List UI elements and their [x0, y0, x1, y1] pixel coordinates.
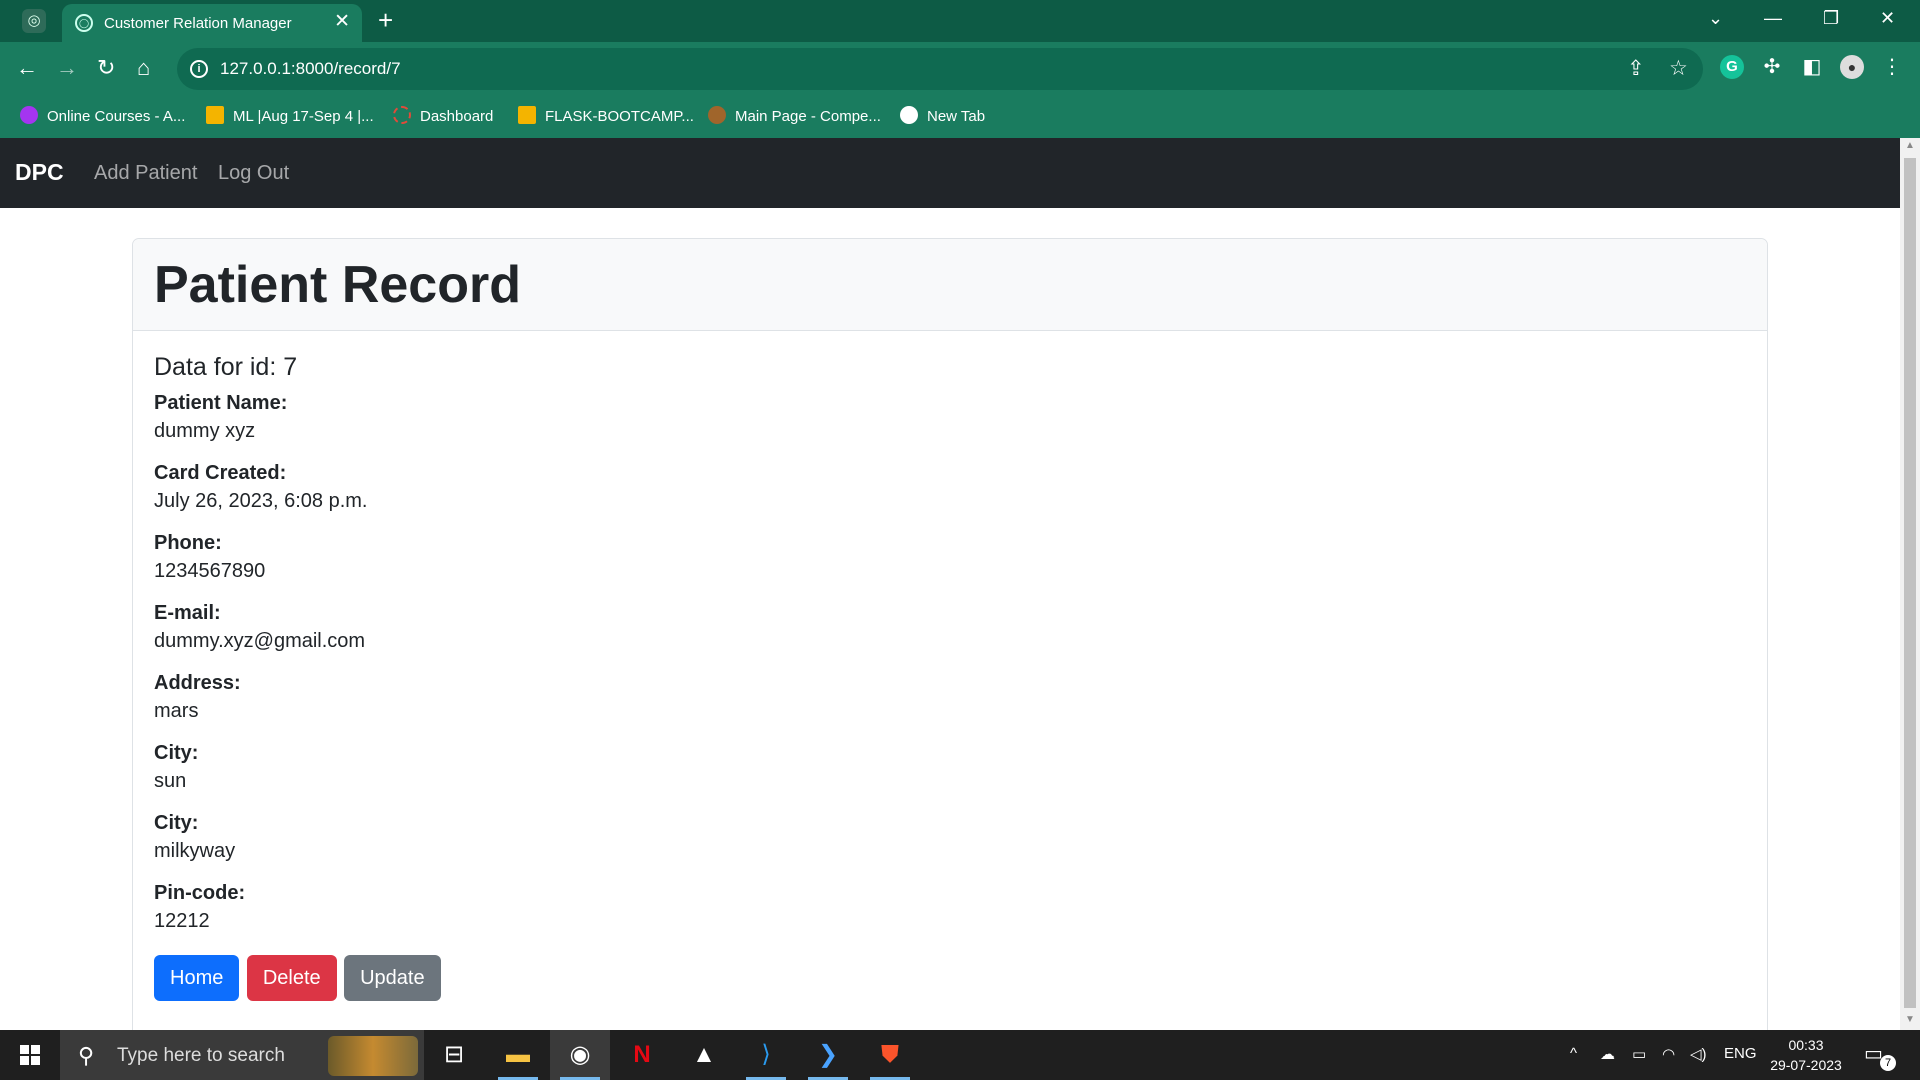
chrome-taskbar-icon[interactable]: ◉ — [550, 1030, 610, 1080]
city-value: sun — [154, 770, 187, 792]
patient-name-value: dummy xyz — [154, 420, 256, 442]
nav-add-patient-link[interactable]: Add Patient — [94, 162, 197, 185]
powershell-icon[interactable]: ❯ — [798, 1030, 858, 1080]
new-tab-button[interactable]: + — [378, 5, 393, 36]
search-highlight-image — [328, 1036, 418, 1076]
site-info-icon[interactable]: i — [190, 60, 208, 78]
netflix-icon[interactable]: N — [612, 1030, 672, 1080]
address-value: mars — [154, 700, 199, 722]
scroll-down-icon[interactable]: ▼ — [1905, 1014, 1915, 1025]
email-label: E-mail: — [154, 602, 221, 624]
bookmark-star-icon[interactable]: ☆ — [1669, 56, 1688, 81]
onedrive-icon[interactable]: ☁ — [1600, 1045, 1615, 1063]
pincode-label: Pin-code: — [154, 882, 246, 904]
url-text[interactable]: 127.0.0.1:8000/record/7 — [220, 59, 401, 79]
delete-button[interactable]: Delete — [246, 955, 337, 1001]
mascot-icon — [708, 106, 726, 124]
bookmark-item[interactable]: Main Page - Compe... — [708, 105, 881, 129]
address-bar[interactable]: i 127.0.0.1:8000/record/7 ⇪ ☆ — [177, 48, 1703, 90]
bookmark-item[interactable]: ML |Aug 17-Sep 4 |... — [206, 105, 374, 129]
pincode-value: 12212 — [154, 910, 210, 932]
card-body: Data for id: 7 Patient Name: dummy xyz C… — [133, 331, 1767, 1021]
close-tab-icon[interactable]: ✕ — [334, 10, 350, 33]
back-button[interactable]: ← — [16, 54, 38, 82]
card-header: Patient Record — [133, 239, 1767, 331]
extensions-puzzle-icon[interactable]: ✣ — [1760, 55, 1784, 79]
scrollbar-thumb[interactable] — [1904, 158, 1916, 1008]
city-label-2: City: — [154, 812, 199, 834]
close-window-button[interactable]: ✕ — [1880, 8, 1895, 29]
browser-tab-active[interactable]: ◯ Customer Relation Manager ✕ — [62, 4, 362, 42]
bookmark-item[interactable]: New Tab — [900, 105, 985, 129]
browser-toolbar: ← → ↻ ⌂ i 127.0.0.1:8000/record/7 ⇪ ☆ G … — [0, 42, 1920, 96]
app-logo-icon[interactable]: ◎ — [22, 9, 46, 33]
share-icon[interactable]: ⇪ — [1627, 56, 1645, 81]
notification-count: 7 — [1880, 1055, 1896, 1071]
patient-name-label: Patient Name: — [154, 392, 288, 414]
phone-value: 1234567890 — [154, 560, 266, 582]
browser-tab-strip: ◎ ◯ Customer Relation Manager ✕ + ⌄ — ❐ … — [0, 0, 1920, 42]
clock[interactable]: 00:33 29-07-2023 — [1764, 1035, 1848, 1075]
home-button[interactable]: Home — [154, 955, 240, 1001]
language-indicator[interactable]: ENG — [1724, 1045, 1757, 1062]
card-created-value: July 26, 2023, 6:08 p.m. — [154, 490, 368, 512]
forward-button[interactable]: → — [56, 54, 78, 82]
brave-icon[interactable]: ⛊ — [860, 1030, 920, 1080]
linux-icon[interactable]: ▲ — [674, 1030, 734, 1080]
home-icon[interactable]: ⌂ — [137, 54, 150, 82]
taskbar-search[interactable]: ⚲ Type here to search — [60, 1030, 424, 1080]
tab-search-chevron-icon[interactable]: ⌄ — [1708, 8, 1723, 29]
record-id-heading: Data for id: 7 — [154, 353, 298, 381]
bookmark-item[interactable]: Dashboard — [393, 105, 493, 129]
browser-menu-icon[interactable]: ⋮ — [1880, 55, 1904, 79]
vscode-icon[interactable]: ⟩ — [736, 1030, 796, 1080]
search-icon: ⚲ — [78, 1043, 95, 1068]
drive-icon — [518, 106, 536, 124]
profile-avatar[interactable]: ● — [1840, 55, 1864, 79]
scroll-up-icon[interactable]: ▲ — [1905, 140, 1915, 151]
bookmarks-bar: Online Courses - A... ML |Aug 17-Sep 4 |… — [0, 96, 1920, 138]
search-placeholder: Type here to search — [117, 1045, 285, 1066]
page-title: Patient Record — [154, 256, 521, 314]
nav-logout-link[interactable]: Log Out — [218, 162, 289, 185]
page-scrollbar[interactable]: ▲ ▼ — [1900, 138, 1920, 1030]
file-explorer-icon[interactable]: ▬ — [488, 1030, 548, 1080]
dashboard-icon — [393, 106, 411, 124]
windows-start-icon[interactable] — [20, 1045, 40, 1065]
battery-icon[interactable]: ▭ — [1632, 1045, 1646, 1063]
restore-button[interactable]: ❐ — [1823, 8, 1839, 29]
reload-button[interactable]: ↻ — [97, 54, 115, 82]
action-buttons: Home Delete Update — [154, 955, 1746, 1001]
minimize-button[interactable]: — — [1764, 8, 1782, 29]
bookmark-item[interactable]: Online Courses - A... — [20, 105, 185, 129]
volume-icon[interactable]: ◁) — [1690, 1045, 1707, 1063]
bookmark-item[interactable]: FLASK-BOOTCAMP... — [518, 105, 694, 129]
drive-icon — [206, 106, 224, 124]
tray-chevron-icon[interactable]: ^ — [1570, 1045, 1577, 1062]
windows-taskbar: ⚲ Type here to search ⊟ ▬ ◉ N ▲ ⟩ ❯ ⛊ ^ … — [0, 1030, 1920, 1080]
grammarly-extension-icon[interactable]: G — [1720, 55, 1744, 79]
clock-time: 00:33 — [1788, 1037, 1824, 1053]
page-viewport: DPC Add Patient Log Out Patient Record D… — [0, 138, 1900, 1030]
globe-icon: ◯ — [75, 14, 93, 32]
site-navbar: DPC Add Patient Log Out — [0, 138, 1900, 208]
task-view-icon[interactable]: ⊟ — [424, 1030, 484, 1080]
globe-icon — [900, 106, 918, 124]
notification-center-icon[interactable]: ▭ 7 — [1864, 1041, 1896, 1071]
wifi-icon[interactable]: ◠ — [1662, 1045, 1675, 1063]
card-created-label: Card Created: — [154, 462, 287, 484]
patient-record-card: Patient Record Data for id: 7 Patient Na… — [132, 238, 1768, 1030]
email-value: dummy.xyz@gmail.com — [154, 630, 366, 652]
brand-link[interactable]: DPC — [15, 159, 64, 186]
city-value-2: milkyway — [154, 840, 236, 862]
clock-date: 29-07-2023 — [1770, 1057, 1842, 1073]
side-panel-icon[interactable]: ◧ — [1800, 55, 1824, 79]
update-button[interactable]: Update — [344, 955, 441, 1001]
address-label: Address: — [154, 672, 241, 694]
city-label: City: — [154, 742, 199, 764]
udemy-icon — [20, 106, 38, 124]
tab-title: Customer Relation Manager — [104, 15, 292, 32]
phone-label: Phone: — [154, 532, 222, 554]
